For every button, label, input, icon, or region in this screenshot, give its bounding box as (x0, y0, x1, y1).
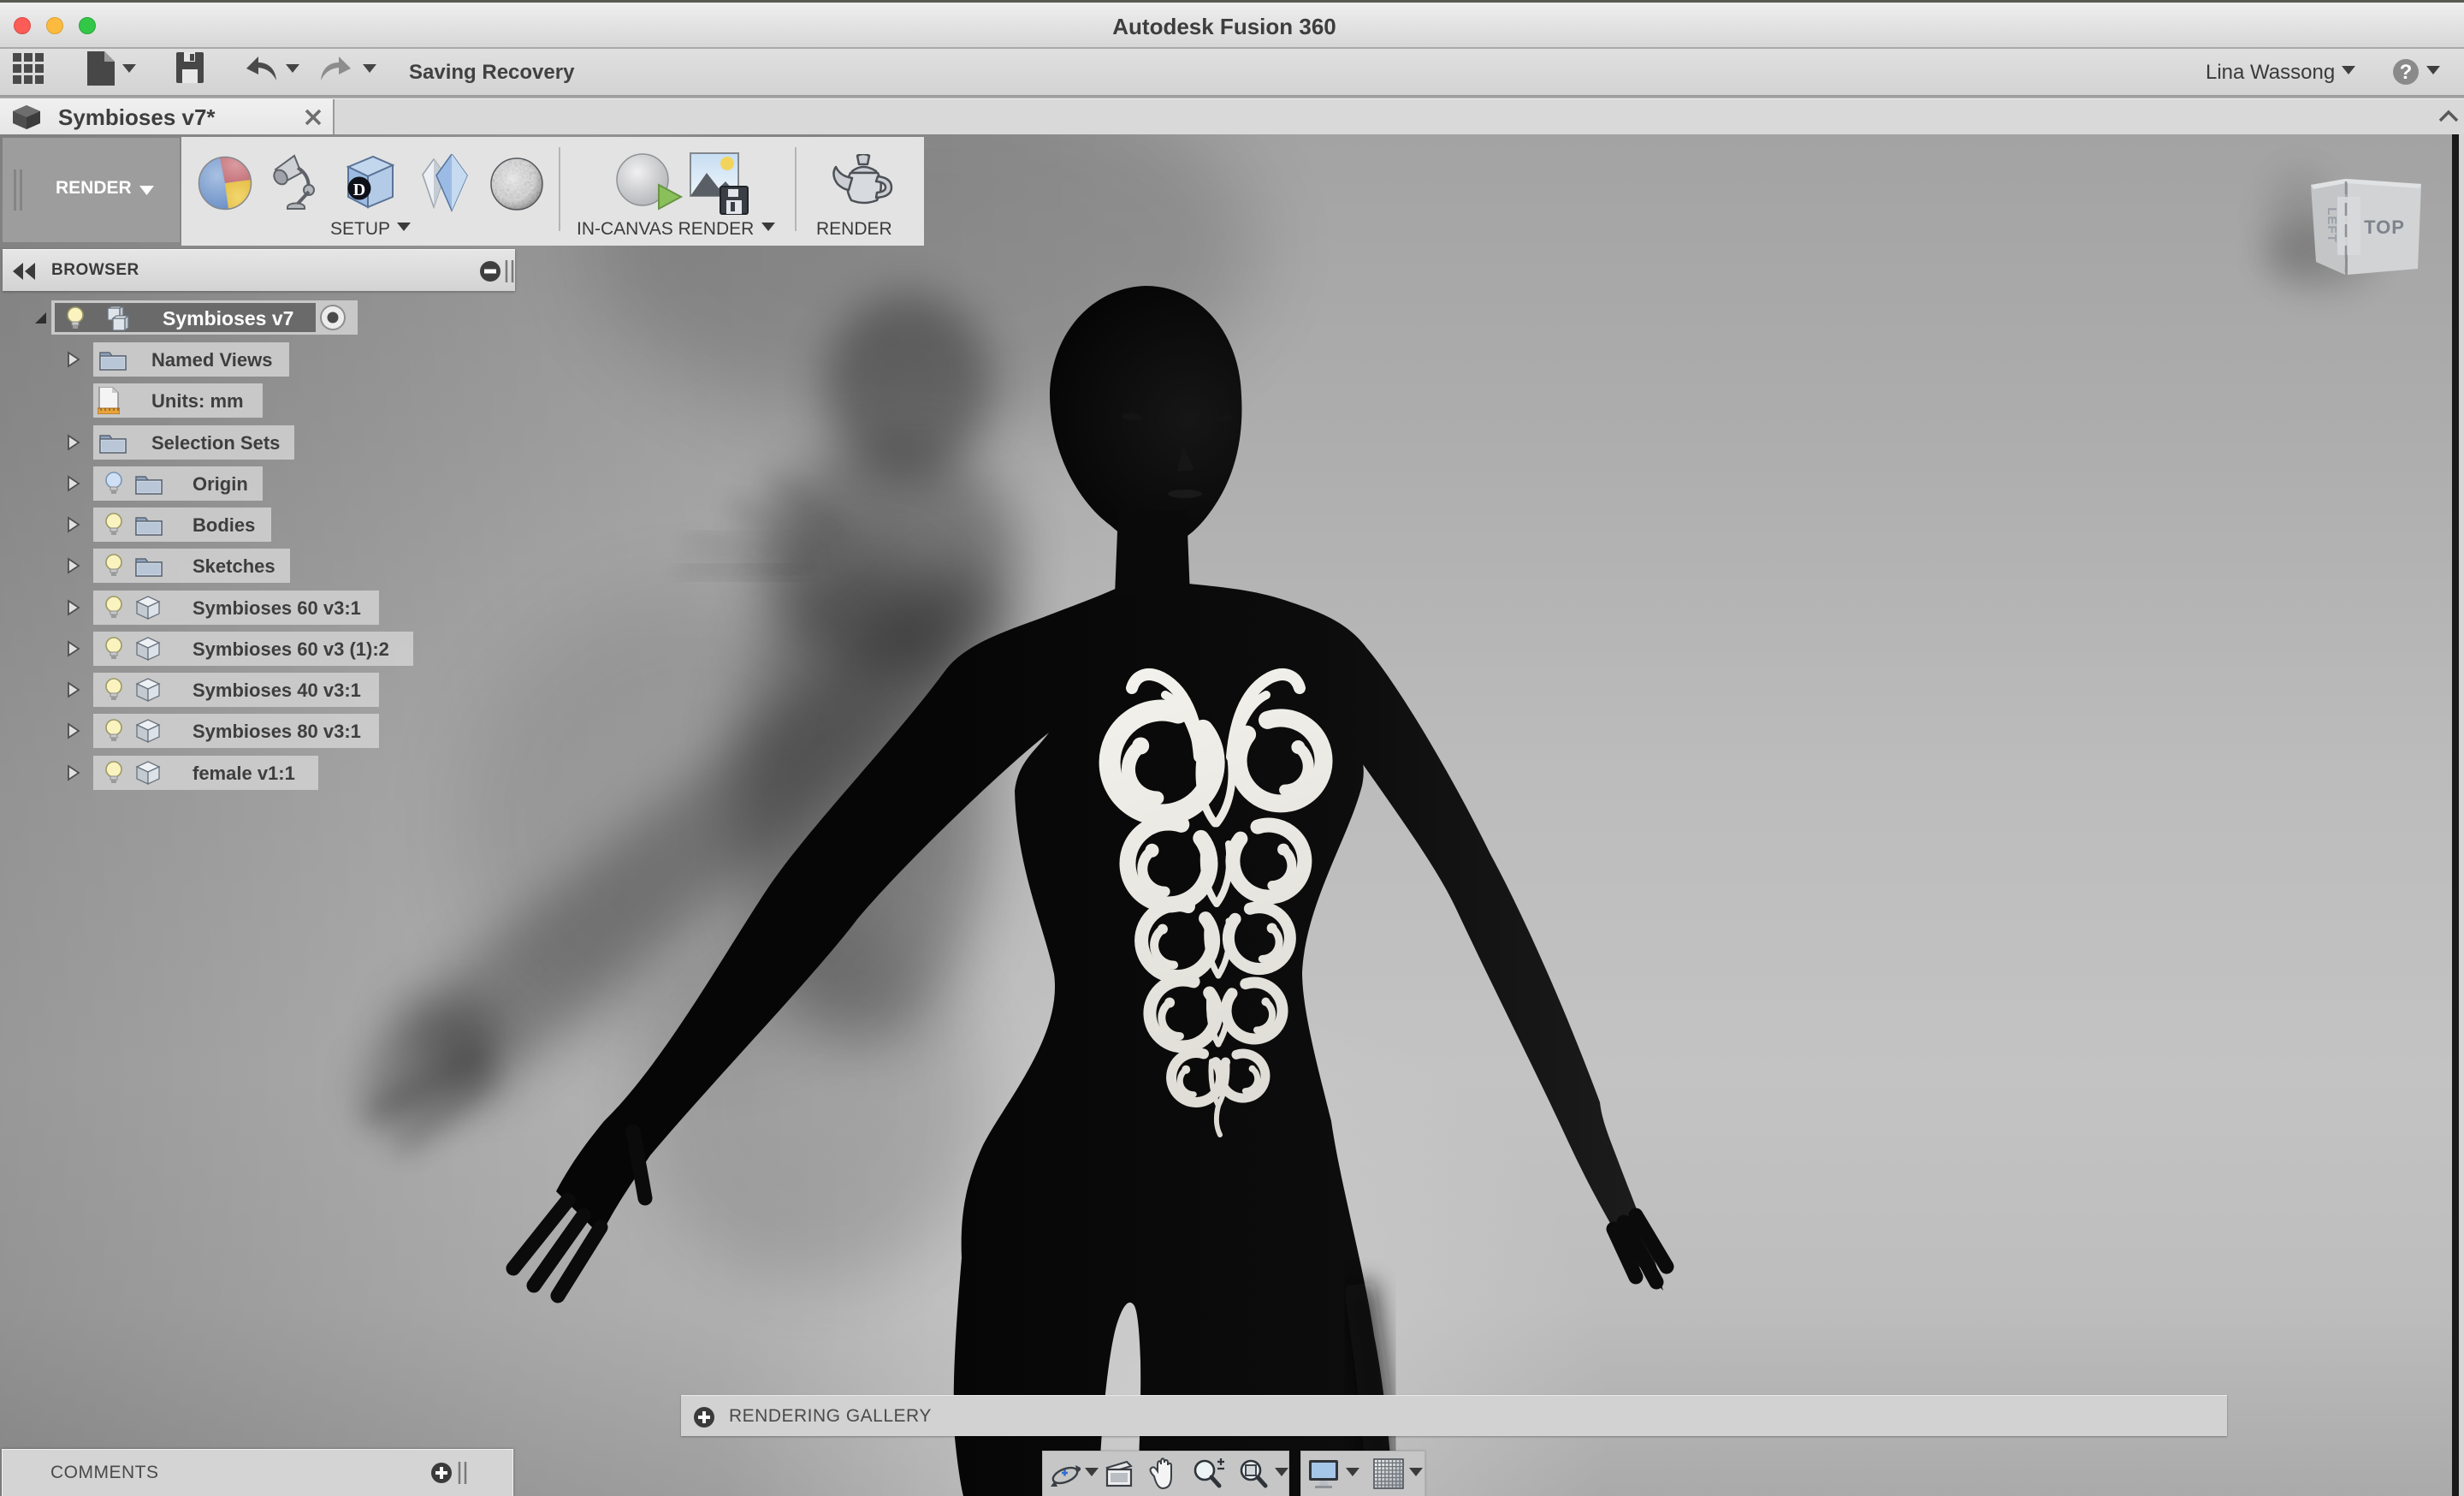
svg-text:LEFT: LEFT (2325, 207, 2339, 243)
svg-text:TOP: TOP (2364, 217, 2405, 238)
svg-text:?: ? (2400, 61, 2413, 84)
